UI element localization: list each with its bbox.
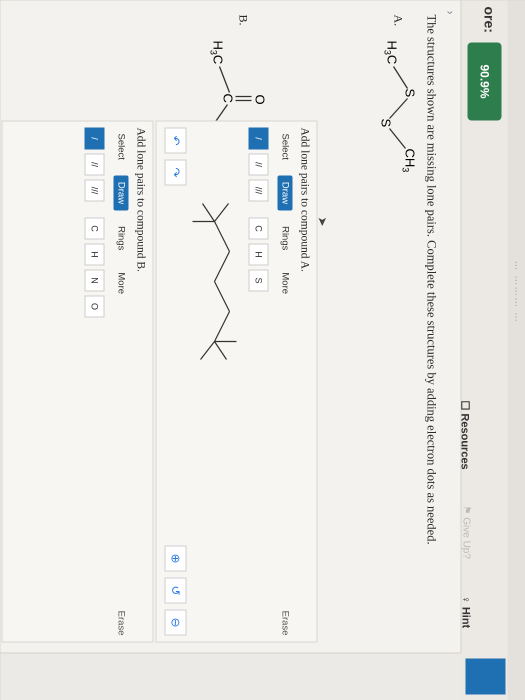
zoom-in-icon[interactable]: ⊕ [164, 545, 186, 571]
tab-select[interactable]: Select [277, 127, 292, 165]
zoom-out-icon[interactable]: ⊖ [164, 609, 186, 635]
history-controls: ↶ ↷ [164, 127, 186, 185]
tab-more[interactable]: More [113, 266, 128, 300]
molecule-a-atom1: S [402, 88, 417, 97]
panel-a-title: Add lone pairs to compound A. [298, 127, 310, 272]
top-strip: … ……… … [507, 0, 525, 700]
undo-icon[interactable]: ↶ [164, 127, 186, 153]
tab-draw[interactable]: Draw [277, 175, 292, 210]
molecule-a-drawing: H3C S S CH3 [378, 40, 417, 172]
panel-b-title: Add lone pairs to compound B. [134, 127, 146, 272]
molecule-a-left-group: H3C [382, 40, 399, 64]
atom-h-button[interactable]: H [84, 243, 104, 265]
right-sidebar [0, 652, 461, 700]
single-bond-tool[interactable]: / [248, 127, 268, 149]
bond-tools: / // /// [84, 127, 104, 201]
molecule-b-top: O [252, 94, 267, 104]
sketcher-panel-a: Add lone pairs to compound A. Select Dra… [155, 120, 317, 642]
part-b-label: B. [236, 14, 250, 26]
panel-a-drawing[interactable] [174, 181, 254, 481]
molecule-a-right-group: CH3 [400, 148, 417, 172]
chevron-right-icon[interactable]: › [443, 10, 457, 14]
sketcher-panel-b: Add lone pairs to compound B. Select Dra… [1, 120, 153, 642]
bond [392, 65, 408, 89]
next-button[interactable] [465, 658, 505, 694]
bond [218, 65, 230, 93]
lightbulb-icon: ♀ [459, 595, 471, 607]
molecule-a-atom2: S [378, 118, 393, 127]
bond [201, 202, 215, 222]
bond [199, 340, 215, 360]
question-text: The structures shown are missing lone pa… [424, 14, 438, 545]
atom-c-button[interactable]: C [84, 217, 104, 239]
score-label: ore: [481, 6, 497, 33]
bond [213, 280, 230, 312]
tab-rings[interactable]: Rings [277, 220, 292, 256]
panel-b-toolbar: Select Draw Rings More [113, 127, 128, 300]
resources-icon: ☐ [458, 400, 470, 413]
single-bond-tool[interactable]: / [84, 127, 104, 149]
bond [213, 202, 229, 222]
double-bond-tool[interactable]: // [248, 153, 268, 175]
tab-draw[interactable]: Draw [113, 175, 128, 210]
erase-button[interactable]: Erase [115, 610, 126, 635]
tab-rings[interactable]: Rings [113, 220, 128, 256]
part-a-label: A. [391, 14, 405, 26]
resources-button[interactable]: ☐ Resources [458, 400, 471, 469]
hint-button[interactable]: ♀ Hint [459, 595, 471, 628]
double-bond-tool[interactable]: // [84, 153, 104, 175]
bond [213, 220, 230, 252]
bond [213, 250, 230, 282]
zoom-controls: ⊕ ↺ ⊖ [164, 545, 186, 635]
molecule-a: H3C S S CH3 [356, 40, 421, 220]
molecule-b-left-group: H3C [208, 40, 225, 64]
erase-button[interactable]: Erase [279, 610, 290, 635]
bond [213, 310, 230, 342]
resources-label: Resources [458, 412, 470, 470]
screen-canvas: … ……… … ore: 90.9% ☐ Resources ⚑ Give Up… [0, 0, 525, 700]
hint-label: Hint [459, 606, 471, 628]
tab-more[interactable]: More [277, 266, 292, 300]
score-badge: 90.9% [467, 42, 501, 120]
bond [388, 97, 408, 119]
give-up-button[interactable]: ⚑ Give Up? [460, 505, 471, 558]
score-bar: ore: 90.9% ☐ Resources ⚑ Give Up? ♀ Hint [458, 0, 507, 700]
atom-tools: C H N O [84, 217, 104, 317]
atom-o-button[interactable]: O [84, 295, 104, 317]
panel-a-toolbar: Select Draw Rings More [277, 127, 292, 300]
tab-select[interactable]: Select [113, 127, 128, 165]
give-up-label: Give Up? [460, 516, 471, 559]
reset-icon[interactable]: ↺ [164, 577, 186, 603]
give-up-icon: ⚑ [460, 505, 471, 517]
bond [388, 127, 406, 149]
molecule-b-center: C [220, 93, 235, 102]
redo-icon[interactable]: ↷ [164, 159, 186, 185]
triple-bond-tool[interactable]: /// [84, 179, 104, 201]
atom-n-button[interactable]: N [84, 269, 104, 291]
bond [213, 340, 227, 360]
app-title: … ……… … [512, 260, 523, 323]
